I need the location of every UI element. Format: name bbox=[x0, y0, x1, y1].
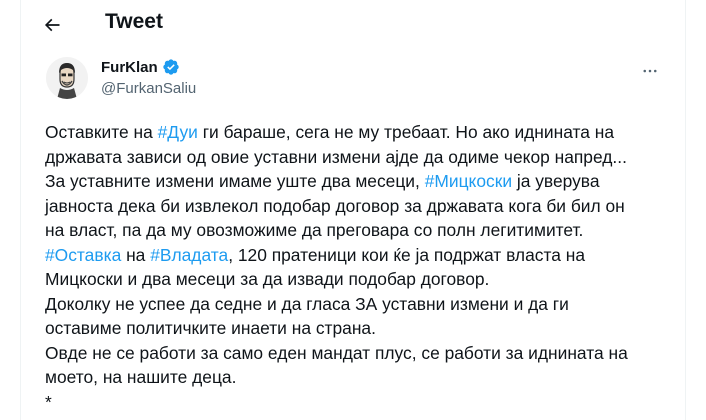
author-name[interactable]: FurKlan bbox=[101, 59, 158, 76]
page-header: Tweet bbox=[21, 0, 685, 48]
hashtag-vladata[interactable]: #Владата bbox=[150, 245, 228, 265]
avatar[interactable] bbox=[46, 57, 88, 99]
tweet-line: оставиме политичките инаети на страна. bbox=[45, 318, 376, 338]
more-options-button[interactable] bbox=[637, 58, 663, 84]
page-title: Tweet bbox=[105, 10, 163, 33]
tweet-line: на власт, па да му овозможиме да прегова… bbox=[45, 220, 584, 240]
author-handle[interactable]: @FurkanSaliu bbox=[101, 80, 196, 97]
tweet-line: јавноста дека би извлекол подобар догово… bbox=[45, 195, 625, 216]
tweet-line: државата зависи од овие уставни измени а… bbox=[45, 146, 627, 167]
verified-badge-icon bbox=[162, 59, 179, 75]
hashtag-dui[interactable]: #Дуи bbox=[158, 122, 198, 142]
hashtag-ostavka[interactable]: #Оставка bbox=[45, 245, 121, 265]
tweet-line: * bbox=[45, 391, 52, 412]
tweet-line: Мицкоски и два месеци за да извади подоб… bbox=[45, 269, 490, 289]
tweet-text: Оставките на #Дуи ги бараше, сега не му … bbox=[45, 120, 675, 414]
tweet-line: Овде не се работи за само еден мандат пл… bbox=[45, 342, 628, 363]
tweet-author: FurKlan @FurkanSaliu bbox=[21, 52, 685, 108]
tweet-line: #Оставка на #Владата, 120 пратеници кои … bbox=[45, 244, 585, 265]
tweet-line: моето, на нашите деца. bbox=[45, 367, 237, 387]
tweet-page: Tweet FurKlan @FurkanSaliu Оставките на … bbox=[20, 0, 686, 420]
avatar-image bbox=[46, 57, 88, 99]
back-button[interactable] bbox=[35, 8, 69, 42]
tweet-line: Оставките на #Дуи ги бараше, сега не му … bbox=[45, 122, 615, 142]
hashtag-mickoski[interactable]: #Мицкоски bbox=[425, 171, 512, 191]
arrow-left-icon bbox=[44, 18, 60, 32]
tweet-line: За уставните измени имаме уште два месец… bbox=[45, 171, 600, 191]
author-name-row: FurKlan bbox=[101, 58, 180, 76]
tweet-line: Доколку не успее да седне и да гласа ЗА … bbox=[45, 293, 569, 314]
more-horizontal-icon bbox=[643, 69, 657, 73]
